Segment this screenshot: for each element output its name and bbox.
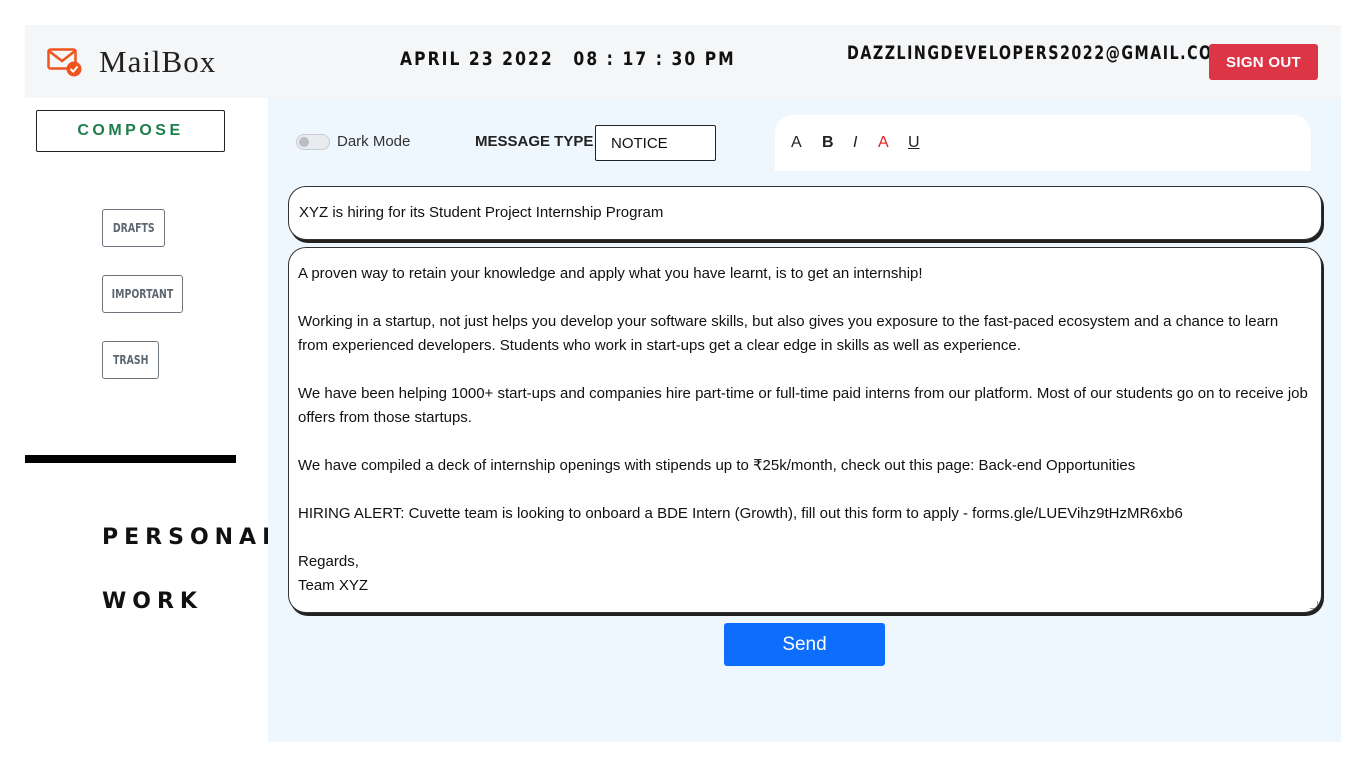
mailbox-app: MailBox APRIL 23 2022 08 : 17 : 30 PM DAZ… xyxy=(25,25,1341,742)
header-bar: MailBox APRIL 23 2022 08 : 17 : 30 PM DAZ… xyxy=(25,25,1341,98)
trash-button[interactable]: TRASH xyxy=(102,341,159,379)
current-time: 08 : 17 : 30 PM xyxy=(573,48,736,70)
app-brand: MailBox xyxy=(99,44,217,79)
drafts-label: DRAFTS xyxy=(112,221,155,235)
drafts-button[interactable]: DRAFTS xyxy=(102,209,165,247)
body-line: Team XYZ xyxy=(298,577,369,594)
body-line xyxy=(298,430,1311,454)
body-line xyxy=(298,358,1311,382)
font-size-button[interactable]: A xyxy=(791,134,802,152)
dark-mode-toggle[interactable] xyxy=(296,134,330,150)
body-line: HIRING ALERT: Cuvette team is looking to… xyxy=(298,505,1183,522)
body-line: Regards, xyxy=(298,553,359,570)
toggle-knob xyxy=(299,137,309,147)
message-type-input[interactable] xyxy=(595,125,716,161)
body-line xyxy=(298,286,1311,310)
subject-field[interactable]: XYZ is hiring for its Student Project In… xyxy=(288,186,1322,240)
category-work[interactable]: WORK xyxy=(102,589,203,614)
user-email: DAZZLINGDEVELOPERS2022@GMAIL.COM xyxy=(847,42,1229,64)
text-color-button[interactable]: A xyxy=(878,134,889,152)
body-line xyxy=(298,478,1311,502)
body-line xyxy=(298,526,1311,550)
dark-mode-label: Dark Mode xyxy=(337,133,411,150)
trash-label: TRASH xyxy=(112,353,149,367)
mail-check-icon xyxy=(47,48,82,77)
compose-button[interactable]: COMPOSE xyxy=(36,110,225,152)
sidebar-divider xyxy=(25,455,236,463)
body-line: We have compiled a deck of internship op… xyxy=(298,457,1136,474)
sign-out-button[interactable]: SIGN OUT xyxy=(1209,44,1318,80)
body-line: Working in a startup, not just helps you… xyxy=(298,313,1279,354)
message-body-field[interactable]: A proven way to retain your knowledge an… xyxy=(288,247,1322,613)
message-type-label: MESSAGE TYPE xyxy=(475,133,594,150)
current-datetime: APRIL 23 2022 08 : 17 : 30 PM xyxy=(400,48,736,70)
category-personal[interactable]: PERSONAL xyxy=(102,525,282,550)
current-date: APRIL 23 2022 xyxy=(400,48,554,70)
formatting-toolbar: A B I A U xyxy=(775,115,1311,171)
italic-button[interactable]: I xyxy=(853,134,857,152)
body-line: A proven way to retain your knowledge an… xyxy=(298,265,923,282)
body-line: We have been helping 1000+ start-ups and… xyxy=(298,385,1308,426)
resize-handle[interactable] xyxy=(1310,601,1318,609)
send-button[interactable]: Send xyxy=(724,623,885,666)
bold-button[interactable]: B xyxy=(822,134,834,152)
important-button[interactable]: IMPORTANT xyxy=(102,275,183,313)
compose-panel: Dark Mode MESSAGE TYPE A B I A U XYZ is … xyxy=(268,98,1341,742)
underline-button[interactable]: U xyxy=(908,134,920,152)
important-label: IMPORTANT xyxy=(111,287,174,301)
